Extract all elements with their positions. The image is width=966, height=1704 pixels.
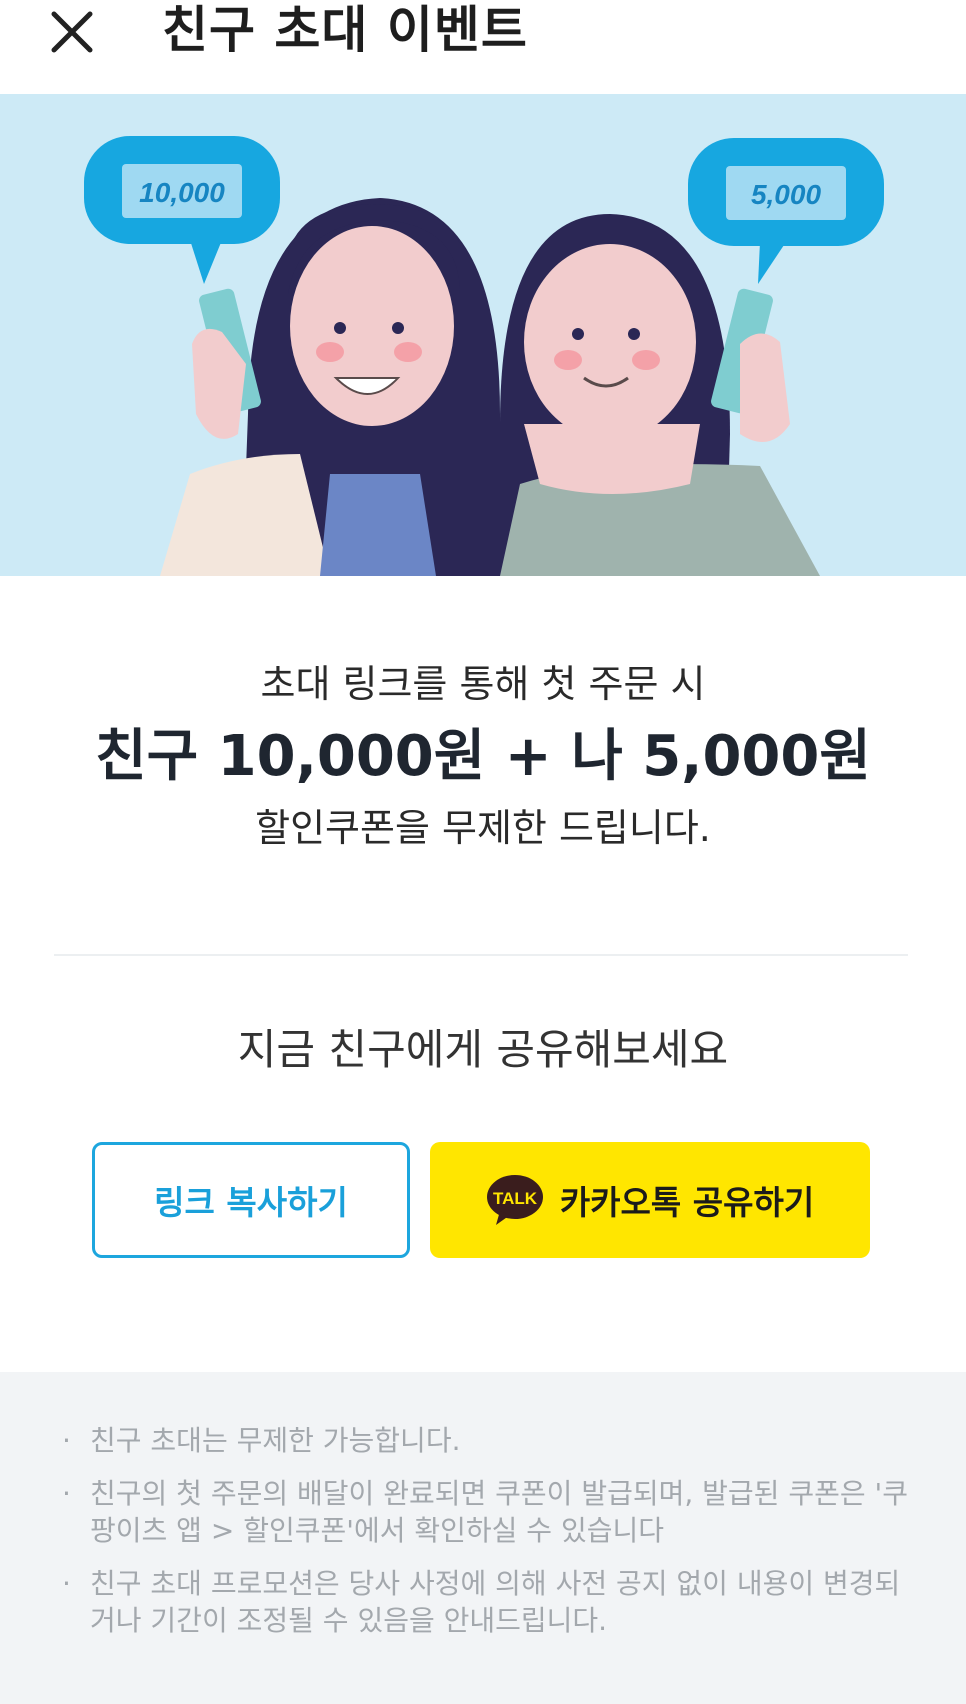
promo-line-3: 할인쿠폰을 무제한 드립니다. [255,806,711,850]
kakaotalk-icon-text: TALK [493,1189,538,1208]
hero-illustration: 10,000 5,000 [0,94,966,576]
coupon-left-amount: 10,000 [139,177,225,208]
promo-text: 초대 링크를 통해 첫 주문 시 친구 10,000원 + 나 5,000원 할… [0,660,966,852]
notice-item: · 친구의 첫 주문의 배달이 완료되면 쿠폰이 발급되며, 발급된 쿠폰은 '쿠… [62,1477,908,1547]
top-header: 친구 초대 이벤트 [0,0,966,94]
copy-link-label: 링크 복사하기 [154,1183,348,1222]
copy-link-button[interactable]: 링크 복사하기 [92,1142,410,1258]
coupon-right-amount: 5,000 [751,179,821,210]
promo-line-1: 초대 링크를 통해 첫 주문 시 [260,662,706,706]
promo-headline: 친구 10,000원 + 나 5,000원 [95,724,871,789]
notice-list: · 친구 초대는 무제한 가능합니다. · 친구의 첫 주문의 배달이 완료되면 쿠… [62,1422,922,1655]
notice-item: · 친구 초대는 무제한 가능합니다. [62,1424,461,1457]
close-icon [51,11,93,53]
kakaotalk-icon: TALK [486,1175,543,1225]
hero-banner: 10,000 5,000 [0,94,966,576]
share-title: 지금 친구에게 공유해보세요 [237,1025,729,1074]
kakaotalk-share-button[interactable]: TALK 카카오톡 공유하기 [430,1142,870,1258]
kakaotalk-share-label: 카카오톡 공유하기 [559,1183,815,1222]
notice-section: · 친구 초대는 무제한 가능합니다. · 친구의 첫 주문의 배달이 완료되면 쿠… [0,1372,966,1704]
close-button[interactable] [44,4,100,60]
page-title: 친구 초대 이벤트 [162,1,528,59]
section-divider [54,954,908,956]
notice-item: · 친구 초대 프로모션은 당사 사정에 의해 사전 공지 없이 내용이 변경되거… [62,1567,901,1637]
